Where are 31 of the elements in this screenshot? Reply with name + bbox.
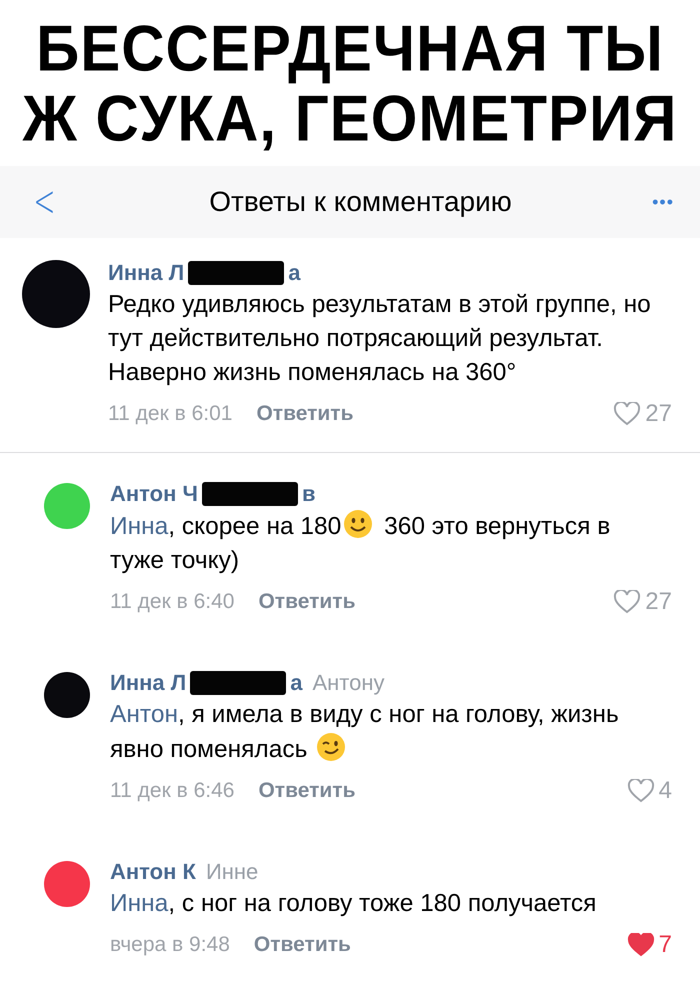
comment-time: 11 дек в 6:46 xyxy=(110,779,234,803)
comment-text: Инна, с ног на голову тоже 180 получается xyxy=(110,889,598,919)
comment-text: Редко удивляюсь результатам в этой группе, но тут действительно потрясающий результат. Наверно жизнь поменялась на 360° xyxy=(108,290,652,388)
winking-face-icon xyxy=(316,732,346,762)
author-name[interactable]: Антон К xyxy=(110,859,196,885)
comment-text: Инна, скорее на 180 360 это вернуться в туже точку) xyxy=(110,509,672,578)
mention-link[interactable]: Инна xyxy=(110,890,168,917)
header-title: Ответы к комментарию xyxy=(209,186,512,218)
reply-to-text: Инне xyxy=(206,859,258,885)
author-name[interactable]: а xyxy=(290,670,302,696)
author-name[interactable]: в xyxy=(302,481,316,507)
author-name[interactable]: а xyxy=(288,260,300,286)
smiley-icon xyxy=(343,509,374,539)
author-name[interactable]: Антон Ч xyxy=(110,481,198,507)
comment-time: вчера в 9:48 xyxy=(110,933,230,957)
reply-button[interactable]: Ответить xyxy=(254,933,351,957)
author-name[interactable]: Инна Л xyxy=(108,260,184,286)
comment-time: 11 дек в 6:40 xyxy=(110,590,234,614)
comment-time: 11 дек в 6:01 xyxy=(108,402,232,426)
more-button[interactable]: ••• xyxy=(652,192,674,212)
comment-text: Антон, я имела в виду с ног на голову, жизнь явно поменялась xyxy=(110,700,620,765)
avatar[interactable] xyxy=(44,672,90,718)
back-button[interactable]: < xyxy=(30,180,60,224)
mention-link[interactable]: Антон xyxy=(110,701,178,728)
author-name[interactable]: Инна Л xyxy=(110,670,186,696)
reply-to-text: Антону xyxy=(312,670,384,696)
reply-button[interactable]: Ответить xyxy=(258,590,356,614)
mention-link[interactable]: Инна xyxy=(110,513,168,540)
reply-button[interactable]: Ответить xyxy=(258,779,356,803)
like-button[interactable]: 7 xyxy=(626,931,672,959)
reply-button[interactable]: Ответить xyxy=(256,402,354,426)
